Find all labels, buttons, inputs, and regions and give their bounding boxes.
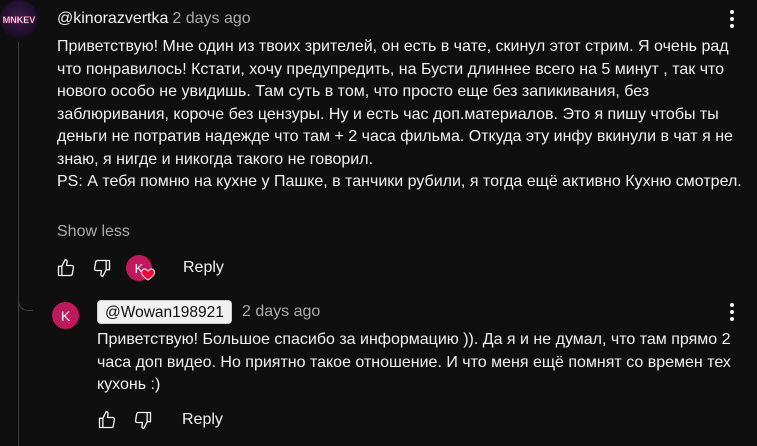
reply-button[interactable]: Reply bbox=[183, 258, 224, 278]
comment-author[interactable]: @kinorazvertka bbox=[57, 10, 168, 27]
thumb-up-icon bbox=[57, 259, 75, 277]
show-less-button[interactable]: Show less bbox=[57, 221, 130, 243]
reply-text: Приветствую! Большое спасибо за информац… bbox=[97, 331, 736, 393]
reply-avatar-initial: K bbox=[60, 307, 71, 324]
reply-mention[interactable]: @Wowan198921 bbox=[97, 300, 232, 324]
avatar-logo-text: MNKEV bbox=[3, 15, 36, 25]
reply-time[interactable]: 2 days ago bbox=[242, 302, 320, 322]
channel-avatar-image: MNKEV bbox=[3, 15, 36, 25]
more-vert-icon bbox=[730, 303, 734, 321]
reply-dislike-button[interactable] bbox=[131, 408, 155, 432]
thread-connector bbox=[18, 288, 33, 311]
comment-header: @kinorazvertka 2 days ago bbox=[57, 9, 251, 29]
comment-menu-button[interactable] bbox=[722, 9, 742, 29]
like-button[interactable] bbox=[54, 256, 78, 280]
reply-menu-button[interactable] bbox=[722, 302, 742, 322]
heart-icon bbox=[140, 268, 156, 281]
channel-avatar[interactable]: MNKEV bbox=[0, 0, 38, 38]
thumb-up-icon bbox=[98, 411, 116, 429]
dislike-button[interactable] bbox=[90, 256, 114, 280]
more-vert-icon bbox=[730, 10, 734, 28]
comment-text: Приветствую! Мне один из твоих зрителей,… bbox=[57, 38, 742, 190]
comment-time[interactable]: 2 days ago bbox=[172, 10, 250, 27]
thumb-down-icon bbox=[93, 259, 111, 277]
thumb-down-icon bbox=[134, 411, 152, 429]
reply-like-button[interactable] bbox=[95, 408, 119, 432]
reply-reply-button[interactable]: Reply bbox=[182, 410, 223, 430]
thread-line bbox=[18, 42, 19, 446]
reply-avatar[interactable]: K bbox=[52, 302, 79, 329]
